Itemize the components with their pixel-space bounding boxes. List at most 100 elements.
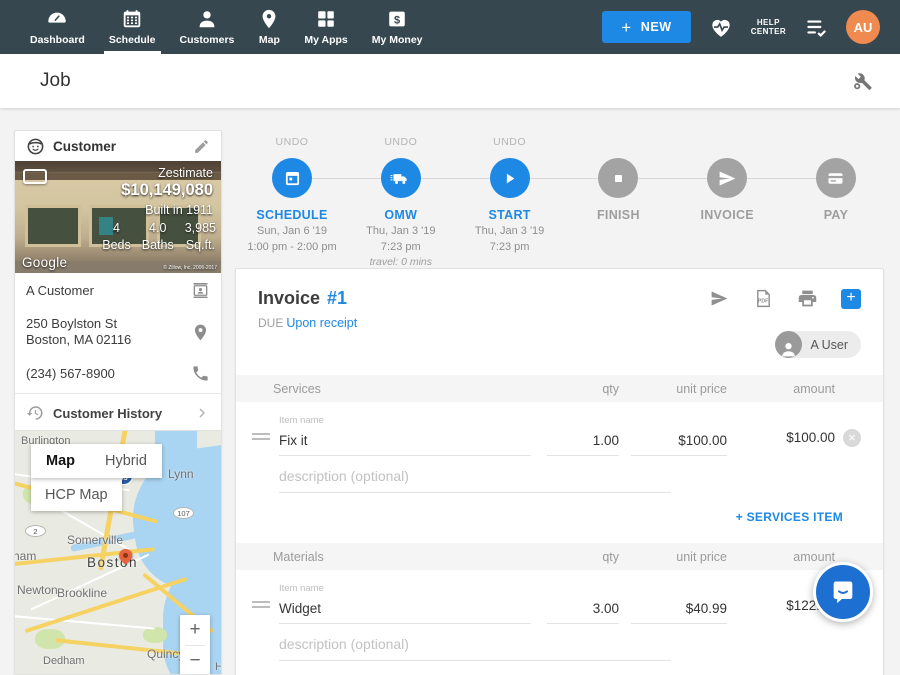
omw-step-button[interactable] [381, 158, 421, 198]
service-line-item: Item name $100.00 × [236, 402, 883, 493]
timeline-step-start: UNDO START Thu, Jan 3 '19 7:23 pm [458, 136, 562, 268]
nav-item-my-money[interactable]: $ My Money [360, 0, 435, 54]
assigned-user-avatar [775, 331, 802, 358]
apps-grid-icon [315, 8, 337, 30]
customer-card-title: Customer [53, 139, 185, 154]
zestimate-label: Zestimate [158, 166, 213, 180]
service-unit-price-input[interactable] [631, 431, 727, 456]
task-list-icon[interactable] [803, 14, 829, 40]
nav-item-dashboard[interactable]: Dashboard [18, 0, 97, 54]
street-view-toggle-icon[interactable] [23, 169, 47, 184]
edit-pencil-icon[interactable] [193, 138, 210, 155]
customer-history-link[interactable]: Customer History [15, 394, 221, 432]
calendar-icon [282, 168, 303, 189]
materials-section-header: Materials qty unit price amount [236, 543, 883, 570]
user-avatar[interactable]: AU [846, 10, 880, 44]
service-qty-input[interactable] [547, 431, 619, 456]
route-107-shield: 107 [173, 507, 194, 519]
add-services-item-link[interactable]: + SERVICES ITEM [736, 510, 843, 524]
send-invoice-icon[interactable] [709, 288, 730, 309]
timeline-step-finish: FINISH [566, 136, 670, 268]
schedule-step-button[interactable] [272, 158, 312, 198]
invoice-number[interactable]: #1 [327, 288, 347, 309]
undo-schedule-link[interactable]: UNDO [276, 136, 309, 150]
start-step-button[interactable] [490, 158, 530, 198]
due-terms-link[interactable]: Upon receipt [286, 316, 357, 330]
nav-item-map[interactable]: Map [246, 0, 292, 54]
nav-item-my-apps[interactable]: My Apps [292, 0, 359, 54]
drag-handle[interactable] [252, 598, 270, 611]
material-line-item: Item name $122.97 [236, 570, 883, 661]
invoice-title: Invoice [258, 288, 320, 309]
material-qty-input[interactable] [547, 599, 619, 624]
stat-baths: 4.0 Baths [142, 221, 174, 252]
service-item-name-input[interactable] [279, 431, 531, 456]
zillow-copyright: © Zillow, Inc. 2006-2017 [163, 265, 217, 271]
remove-item-button[interactable]: × [843, 429, 861, 447]
contact-card-icon[interactable] [191, 281, 210, 300]
zestimate-built: Built in 1911 [145, 203, 213, 217]
map-zoom-control: + − [180, 615, 210, 675]
hcp-map-button[interactable]: HCP Map [31, 478, 122, 511]
map-widget: 93 107 2 Burlington Lynn Somerville Bost… [14, 430, 222, 675]
history-clock-icon [26, 404, 44, 422]
service-description-input[interactable] [279, 466, 671, 493]
nav-item-customers[interactable]: Customers [168, 0, 247, 54]
dashboard-icon [46, 8, 68, 30]
item-name-label: Item name [279, 415, 531, 426]
chat-launcher-button[interactable] [813, 562, 873, 622]
map-label-newton: Newton [17, 583, 58, 597]
finish-step-button[interactable] [598, 158, 638, 198]
new-button[interactable]: + NEW [602, 11, 691, 43]
pay-step-button[interactable] [816, 158, 856, 198]
material-unit-price-input[interactable] [631, 599, 727, 624]
zestimate-value: $10,149,080 [121, 181, 213, 200]
invoice-step-button[interactable] [707, 158, 747, 198]
page-title: Job [40, 70, 71, 92]
amount-column-header: amount [739, 550, 835, 564]
drag-handle[interactable] [252, 430, 270, 443]
invoice-actions: PDF + [709, 288, 861, 309]
customer-card: Customer Zestimate $10,149,080 Built in … [14, 130, 222, 433]
map-type-map-button[interactable]: Map [31, 444, 90, 478]
stat-beds: 4 Beds [102, 221, 131, 252]
customer-face-icon [26, 137, 45, 156]
material-description-input[interactable] [279, 634, 671, 661]
item-name-label: Item name [279, 583, 531, 594]
health-heart-icon[interactable] [708, 14, 734, 40]
nav-items: Dashboard Schedule Customers Map My Apps… [0, 0, 435, 54]
job-tools-icon[interactable] [850, 69, 874, 93]
phone-icon[interactable] [191, 364, 210, 383]
help-center-link[interactable]: HELP CENTER [751, 18, 786, 36]
map-type-buttons: Map Hybrid [31, 444, 162, 478]
zoom-in-button[interactable]: + [180, 615, 210, 645]
map-type-hybrid-button[interactable]: Hybrid [90, 444, 162, 478]
map-label-brookline: Brookline [57, 586, 107, 600]
pdf-icon[interactable]: PDF [753, 288, 774, 309]
plus-icon: + [621, 19, 632, 36]
job-status-timeline: UNDO SCHEDULE Sun, Jan 6 '19 1:00 pm - 2… [240, 136, 888, 261]
undo-start-link[interactable]: UNDO [493, 136, 526, 150]
schedule-icon [121, 8, 143, 30]
location-pin-icon[interactable] [191, 323, 210, 342]
nav-label: Map [259, 34, 280, 46]
map-label-hingham: Hi [215, 661, 221, 673]
material-item-name-input[interactable] [279, 599, 531, 624]
print-icon[interactable] [797, 288, 818, 309]
add-invoice-item-button[interactable]: + [841, 289, 861, 309]
undo-omw-link[interactable]: UNDO [384, 136, 417, 150]
services-section: Services qty unit price amount Item name… [236, 375, 883, 543]
nav-item-schedule[interactable]: Schedule [97, 0, 168, 54]
timeline-step-omw: UNDO OMW Thu, Jan 3 '19 7:23 pm travel: … [349, 136, 453, 268]
services-section-header: Services qty unit price amount [236, 375, 883, 402]
assigned-user-chip[interactable]: A User [775, 331, 861, 358]
map-label-dedham: Dedham [43, 655, 85, 667]
zoom-out-button[interactable]: − [180, 646, 210, 675]
map-label-lynn: Lynn [168, 467, 194, 481]
google-watermark: Google [22, 255, 67, 270]
play-icon [499, 168, 520, 189]
service-amount: $100.00 [739, 430, 835, 456]
nav-label: Customers [180, 34, 235, 46]
money-icon: $ [386, 8, 408, 30]
stat-sqft: 3,985 Sq.ft. [185, 221, 216, 252]
